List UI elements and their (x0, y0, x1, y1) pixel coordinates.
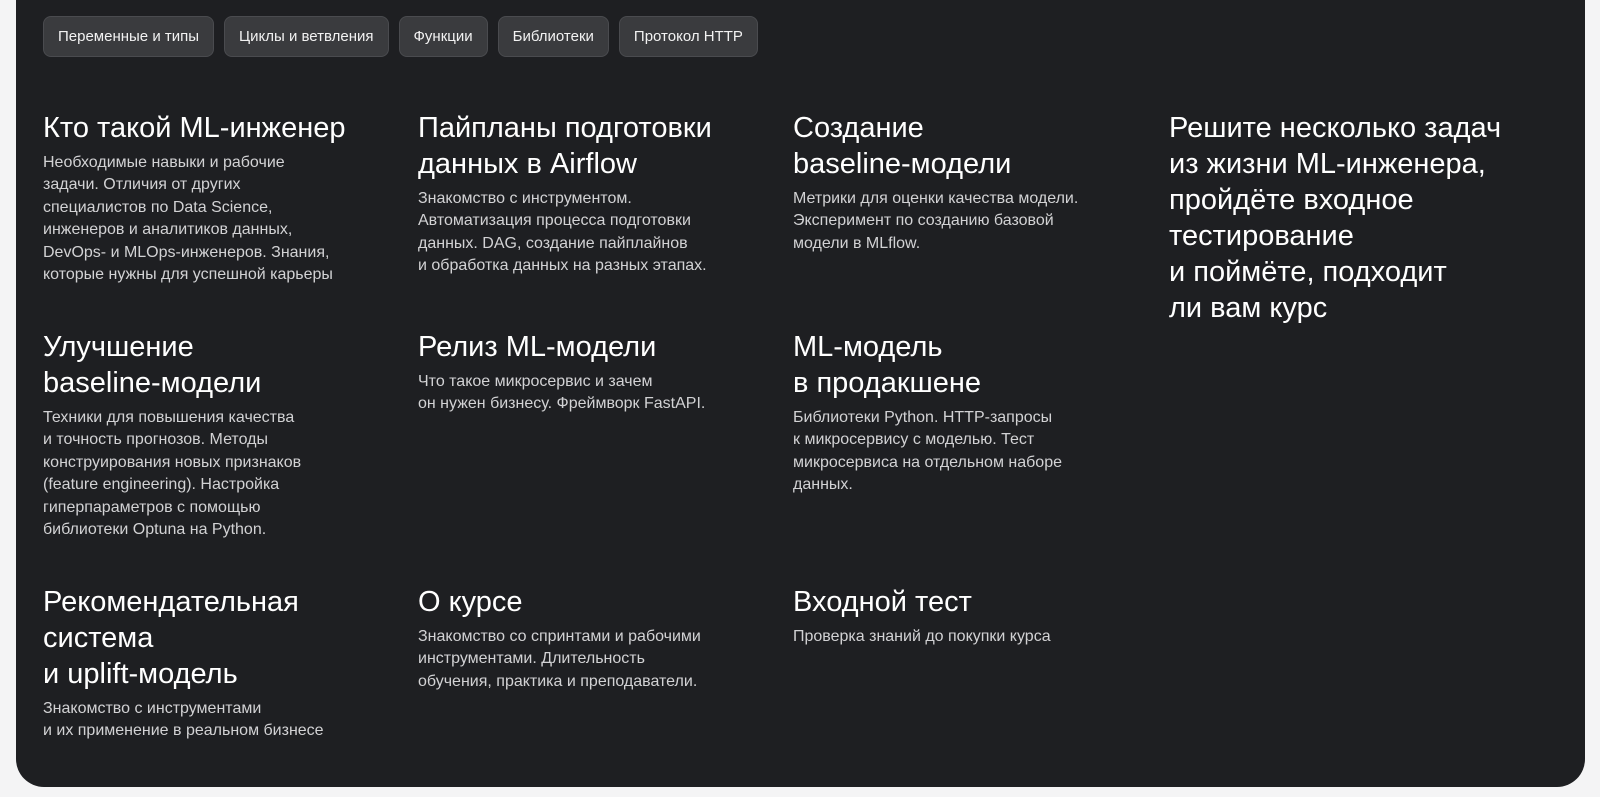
tag-libraries[interactable]: Библиотеки (497, 16, 609, 57)
module-title: ML-модель в продакшене (793, 331, 982, 399)
module-description: Знакомство со спринтами и рабочими инстр… (418, 628, 701, 690)
entry-test-promo-text: Решите несколько задач из жизни ML-инжен… (1169, 112, 1502, 324)
module-baseline-creation: Создание baseline-модели Метрики для оце… (793, 110, 1143, 255)
module-title: Релиз ML-модели (418, 331, 657, 363)
module-recommender-uplift: Рекомендательная система и uplift-модель… (43, 584, 393, 743)
module-baseline-improvement: Улучшение baseline-модели Техники для по… (43, 329, 393, 541)
module-title: Кто такой ML-инженер (43, 112, 346, 144)
module-about-course: О курсе Знакомство со спринтами и рабочи… (418, 584, 768, 693)
module-airflow-pipelines: Пайпланы подготовки данных в Airflow Зна… (418, 110, 768, 278)
module-description: Проверка знаний до покупки курса (793, 628, 1051, 645)
module-description: Необходимые навыки и рабочие задачи. Отл… (43, 154, 333, 284)
module-title: Входной тест (793, 586, 972, 618)
module-description: Что такое микросервис и зачем он нужен б… (418, 373, 706, 413)
module-title: Пайпланы подготовки данных в Airflow (418, 112, 712, 180)
module-title: Рекомендательная система и uplift-модель (43, 586, 299, 690)
tag-http-protocol[interactable]: Протокол HTTP (618, 16, 758, 57)
module-description: Техники для повышения качества и точност… (43, 409, 302, 539)
topic-tags: Переменные и типы Циклы и ветвления Функ… (43, 16, 758, 57)
module-description: Библиотеки Python. HTTP-запросы к микрос… (793, 409, 1062, 494)
module-ml-engineer: Кто такой ML-инженер Необходимые навыки … (43, 110, 393, 286)
module-title: Создание baseline-модели (793, 112, 1012, 180)
module-ml-production: ML-модель в продакшене Библиотеки Python… (793, 329, 1143, 497)
tag-loops-branching[interactable]: Циклы и ветвления (224, 16, 389, 57)
module-description: Знакомство с инструментом. Автоматизация… (418, 190, 707, 275)
module-description: Знакомство с инструментами и их применен… (43, 700, 324, 740)
module-title: О курсе (418, 586, 523, 618)
tag-variables-types[interactable]: Переменные и типы (43, 16, 215, 57)
module-ml-release: Релиз ML-модели Что такое микросервис и … (418, 329, 768, 416)
module-description: Метрики для оценки качества модели. Эксп… (793, 190, 1079, 252)
module-entry-test: Входной тест Проверка знаний до покупки … (793, 584, 1143, 648)
course-program-panel: Переменные и типы Циклы и ветвления Функ… (16, 0, 1585, 787)
tag-functions[interactable]: Функции (398, 16, 488, 57)
module-title: Улучшение baseline-модели (43, 331, 262, 399)
